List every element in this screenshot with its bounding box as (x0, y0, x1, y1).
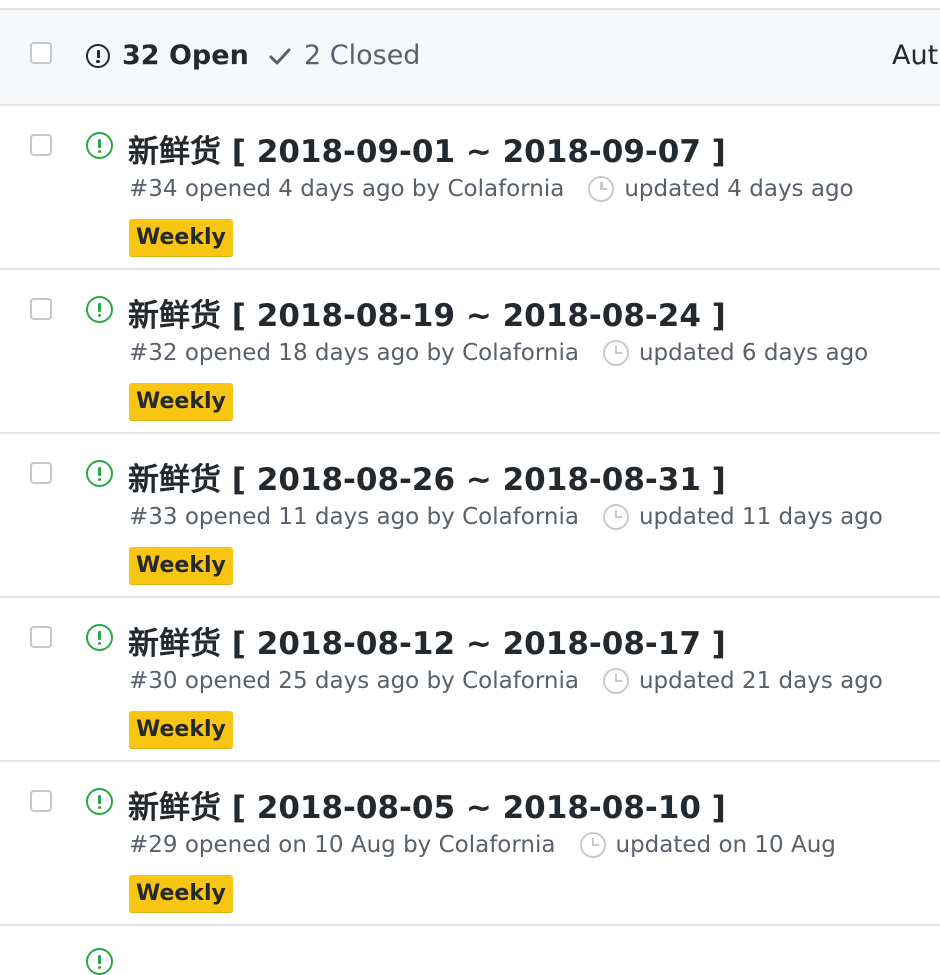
clock-icon (602, 504, 629, 530)
clock-icon (602, 668, 629, 694)
label-weekly[interactable]: Weekly (129, 875, 233, 913)
issue-meta: #34 opened 4 days ago by Colafornia upda… (129, 176, 854, 202)
issue-row: 新鲜货 [ 2018-09-01 ~ 2018-09-07 ] #34 open… (0, 106, 940, 270)
issue-updated: updated 6 days ago (602, 340, 869, 366)
issue-row: 新鲜货 [ 2018-08-19 ~ 2018-08-24 ] #32 open… (0, 270, 940, 434)
issue-title-link[interactable]: 新鲜货 [ 2018-08-05 ~ 2018-08-10 ] (128, 782, 726, 827)
closed-count-label: 2 Closed (304, 40, 421, 71)
issue-opened-icon (86, 460, 113, 487)
issue-row: 新鲜货 [ 2018-08-05 ~ 2018-08-10 ] #29 open… (0, 762, 940, 926)
issue-opened-info: #29 opened on 10 Aug by Colafornia (129, 832, 556, 858)
issue-title-link[interactable]: 新鲜货 [ 2018-08-19 ~ 2018-08-24 ] (128, 290, 726, 335)
issue-checkbox[interactable] (30, 298, 52, 320)
issue-row: 新鲜货 [ 2018-08-26 ~ 2018-08-31 ] #33 open… (0, 434, 940, 598)
label-weekly[interactable]: Weekly (129, 219, 233, 257)
issue-checkbox[interactable] (30, 626, 52, 648)
open-issues-filter[interactable]: 32 Open (86, 40, 249, 71)
issues-list-header: 32 Open 2 Closed Author (0, 10, 940, 106)
issue-opened-icon (86, 132, 113, 159)
issue-updated: updated 4 days ago (588, 176, 854, 202)
issue-updated-text: updated 11 days ago (638, 504, 883, 530)
issue-meta: #33 opened 11 days ago by Colafornia upd… (129, 504, 883, 530)
top-border (0, 0, 940, 10)
issue-opened-icon (86, 296, 113, 323)
issue-opened-icon (86, 788, 113, 815)
issue-updated-text: updated 21 days ago (638, 668, 883, 694)
closed-issues-filter[interactable]: 2 Closed (268, 40, 420, 71)
issue-title-link[interactable]: 新鲜货 [ 2018-09-01 ~ 2018-09-07 ] (128, 126, 726, 171)
label-weekly[interactable]: Weekly (129, 383, 233, 421)
issue-opened-icon (86, 43, 110, 68)
issue-opened-icon (86, 624, 113, 651)
clock-icon (579, 832, 606, 858)
select-all-checkbox[interactable] (30, 42, 52, 64)
issue-title-link[interactable]: 新鲜货 [ 2018-08-12 ~ 2018-08-17 ] (128, 618, 726, 663)
author-filter-dropdown[interactable]: Author (892, 40, 940, 71)
issue-updated-text: updated 4 days ago (624, 176, 854, 202)
issue-updated: updated 21 days ago (602, 668, 883, 694)
issue-title-link[interactable]: 新鲜货 [ 2018-08-26 ~ 2018-08-31 ] (128, 454, 726, 499)
issue-meta: #29 opened on 10 Aug by Colafornia updat… (129, 832, 836, 858)
issue-opened-icon (86, 948, 113, 975)
issue-row-partial (0, 926, 940, 975)
issue-updated: updated 11 days ago (602, 504, 883, 530)
label-weekly[interactable]: Weekly (129, 547, 233, 585)
issue-meta: #30 opened 25 days ago by Colafornia upd… (129, 668, 883, 694)
issue-updated-text: updated on 10 Aug (615, 832, 836, 858)
check-icon (269, 48, 291, 64)
issue-opened-info: #30 opened 25 days ago by Colafornia (129, 668, 579, 694)
issue-updated-text: updated 6 days ago (638, 340, 869, 366)
clock-icon (588, 176, 615, 202)
issue-checkbox[interactable] (30, 790, 52, 812)
label-weekly[interactable]: Weekly (129, 711, 233, 749)
issue-opened-info: #32 opened 18 days ago by Colafornia (129, 340, 579, 366)
clock-icon (602, 340, 629, 366)
issue-opened-info: #33 opened 11 days ago by Colafornia (129, 504, 579, 530)
issue-checkbox[interactable] (30, 462, 52, 484)
issue-updated: updated on 10 Aug (579, 832, 836, 858)
issue-row: 新鲜货 [ 2018-08-12 ~ 2018-08-17 ] #30 open… (0, 598, 940, 762)
issue-opened-info: #34 opened 4 days ago by Colafornia (129, 176, 565, 202)
open-count-label: 32 Open (122, 40, 249, 71)
issue-checkbox[interactable] (30, 134, 52, 156)
issue-meta: #32 opened 18 days ago by Colafornia upd… (129, 340, 868, 366)
